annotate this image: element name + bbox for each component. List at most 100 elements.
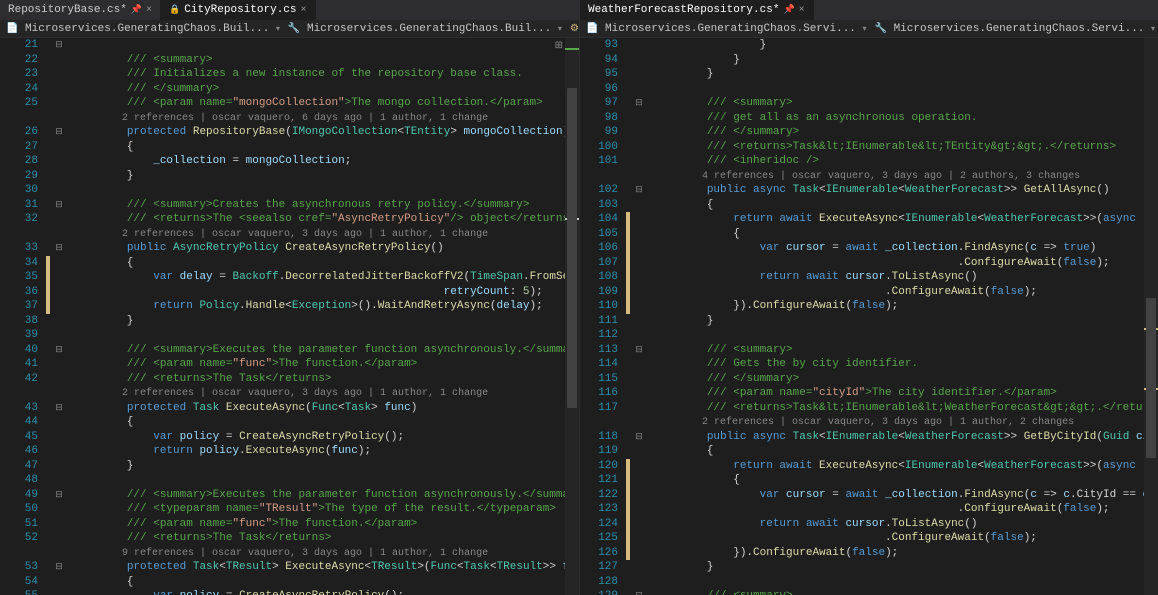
code-line[interactable]: /// Gets the by city identifier. [654,357,1158,372]
code-line[interactable]: /// <summary>Executes the parameter func… [74,343,579,358]
file-tab[interactable]: 🔒CityRepository.cs× [161,0,315,20]
code-line[interactable]: _collection = mongoCollection; [74,154,579,169]
code-line[interactable]: /// <summary> [654,96,1158,111]
code-line[interactable]: var delay = Backoff.DecorrelatedJitterBa… [74,270,579,285]
code-line[interactable]: /// <param name="mongoCollection">The mo… [74,96,579,111]
code-line[interactable]: var policy = CreateAsyncRetryPolicy(); [74,430,579,445]
code-line[interactable] [654,82,1158,97]
codelens[interactable]: 4 references | oscar vaquero, 3 days ago… [654,171,1080,182]
code-line[interactable]: /// Initializes a new instance of the re… [74,67,579,82]
code-line[interactable]: } [74,459,579,474]
code-line[interactable]: var policy = CreateAsyncRetryPolicy(); [74,589,579,595]
fold-toggle[interactable]: ⊟ [55,40,63,50]
code-line[interactable]: 2 references | oscar vaquero, 3 days ago… [74,386,579,401]
right-breadcrumb[interactable]: 📄 Microservices.GeneratingChaos.Servi...… [580,20,1158,38]
code-line[interactable]: public AsyncRetryPolicy CreateAsyncRetry… [74,241,579,256]
code-line[interactable]: protected Task<TResult> ExecuteAsync<TRe… [74,560,579,575]
close-icon[interactable]: × [301,5,307,16]
code-line[interactable] [654,328,1158,343]
breadcrumb-item[interactable]: 📄 Microservices.GeneratingChaos.Buil... … [4,23,282,35]
fold-toggle[interactable]: ⊟ [635,345,643,355]
code-line[interactable]: } [654,38,1158,53]
code-line[interactable]: var cursor = await _collection.FindAsync… [654,488,1158,503]
code-line[interactable]: } [74,169,579,184]
code-line[interactable]: /// <summary> [74,53,579,68]
close-icon[interactable]: × [799,5,805,16]
code-line[interactable]: /// <summary>Creates the asynchronous re… [74,198,579,213]
breadcrumb-item[interactable]: 📄 Microservices.GeneratingChaos.Servi...… [584,23,869,35]
code-line[interactable]: /// <typeparam name="TResult">The type o… [74,502,579,517]
right-code[interactable]: } } } /// <summary> /// get all as an as… [648,38,1158,595]
code-line[interactable]: /// <summary> [654,343,1158,358]
left-scrollbar[interactable] [565,38,579,595]
code-line[interactable]: /// </summary> [654,372,1158,387]
code-line[interactable]: return await ExecuteAsync<IEnumerable<We… [654,212,1158,227]
code-line[interactable]: /// </summary> [74,82,579,97]
code-line[interactable]: public async Task<IEnumerable<WeatherFor… [654,183,1158,198]
right-code-area[interactable]: 9394959697989910010110210310410510610710… [580,38,1158,595]
code-line[interactable]: /// </summary> [654,125,1158,140]
code-line[interactable]: return await cursor.ToListAsync() [654,517,1158,532]
code-line[interactable]: } [654,67,1158,82]
code-line[interactable]: return await ExecuteAsync<IEnumerable<We… [654,459,1158,474]
code-line[interactable] [74,38,579,53]
code-line[interactable]: 2 references | oscar vaquero, 3 days ago… [654,415,1158,430]
codelens[interactable]: 2 references | oscar vaquero, 3 days ago… [74,388,488,399]
left-breadcrumb[interactable]: 📄 Microservices.GeneratingChaos.Buil... … [0,20,579,38]
code-line[interactable]: return policy.ExecuteAsync(func); [74,444,579,459]
code-line[interactable]: } [654,314,1158,329]
code-line[interactable]: /// <summary>Executes the parameter func… [74,488,579,503]
code-line[interactable]: return await cursor.ToListAsync() [654,270,1158,285]
file-tab[interactable]: RepositoryBase.cs*📌× [0,0,161,20]
code-line[interactable]: return Policy.Handle<Exception>().WaitAn… [74,299,579,314]
code-line[interactable]: /// <param name="cityId">The city identi… [654,386,1158,401]
code-line[interactable]: /// <returns>The Task</returns> [74,531,579,546]
code-line[interactable]: { [74,140,579,155]
code-line[interactable]: /// <returns>The <seealso cref="AsyncRet… [74,212,579,227]
code-line[interactable] [654,575,1158,590]
fold-toggle[interactable]: ⊟ [635,432,643,442]
close-icon[interactable]: × [146,5,152,16]
code-line[interactable]: } [654,53,1158,68]
fold-toggle[interactable]: ⊟ [55,490,63,500]
code-line[interactable]: }).ConfigureAwait(false); [654,299,1158,314]
fold-toggle[interactable]: ⊟ [635,591,643,595]
code-line[interactable]: protected RepositoryBase(IMongoCollectio… [74,125,579,140]
code-line[interactable]: { [654,444,1158,459]
fold-toggle[interactable]: ⊟ [55,127,63,137]
file-tab[interactable]: WeatherForecastRepository.cs*📌× [580,0,814,20]
code-line[interactable]: } [74,314,579,329]
code-line[interactable]: /// <returns>The Task</returns> [74,372,579,387]
fold-toggle[interactable]: ⊟ [55,403,63,413]
code-line[interactable]: 2 references | oscar vaquero, 6 days ago… [74,111,579,126]
codelens[interactable]: 2 references | oscar vaquero, 3 days ago… [654,417,1074,428]
breadcrumb-item[interactable]: 🔧 Microservices.GeneratingChaos.Buil... … [286,23,564,35]
code-line[interactable]: 9 references | oscar vaquero, 3 days ago… [74,546,579,561]
code-line[interactable]: public async Task<IEnumerable<WeatherFor… [654,430,1158,445]
code-line[interactable]: var cursor = await _collection.FindAsync… [654,241,1158,256]
code-line[interactable]: } [654,560,1158,575]
code-line[interactable]: 4 references | oscar vaquero, 3 days ago… [654,169,1158,184]
breadcrumb-item[interactable]: 🔧 Microservices.GeneratingChaos.Servi...… [873,23,1158,35]
code-line[interactable]: /// get all as an asynchronous operation… [654,111,1158,126]
left-fold-margin[interactable]: ⊟⊟⊟⊟⊟⊟⊟⊟⊟ [50,38,68,595]
code-line[interactable]: /// <inheridoc /> [654,154,1158,169]
left-code[interactable]: /// <summary> /// Initializes a new inst… [68,38,579,595]
code-line[interactable]: { [74,575,579,590]
codelens[interactable]: 2 references | oscar vaquero, 3 days ago… [74,229,488,240]
code-line[interactable]: retryCount: 5); [74,285,579,300]
pin-icon[interactable]: 📌 [131,5,142,15]
fold-toggle[interactable]: ⊟ [55,200,63,210]
code-line[interactable]: /// <returns>Task&lt;IEnumerable&lt;Weat… [654,401,1158,416]
fold-toggle[interactable]: ⊟ [635,185,643,195]
fold-toggle[interactable]: ⊟ [55,562,63,572]
code-line[interactable]: { [654,227,1158,242]
code-line[interactable]: protected Task ExecuteAsync(Func<Task> f… [74,401,579,416]
code-line[interactable]: 2 references | oscar vaquero, 3 days ago… [74,227,579,242]
code-line[interactable] [74,183,579,198]
code-line[interactable]: /// <param name="func">The function.</pa… [74,357,579,372]
code-line[interactable] [74,328,579,343]
code-line[interactable]: /// <returns>Task&lt;IEnumerable&lt;TEnt… [654,140,1158,155]
code-line[interactable]: /// <summary> [654,589,1158,595]
code-line[interactable]: .ConfigureAwait(false); [654,285,1158,300]
